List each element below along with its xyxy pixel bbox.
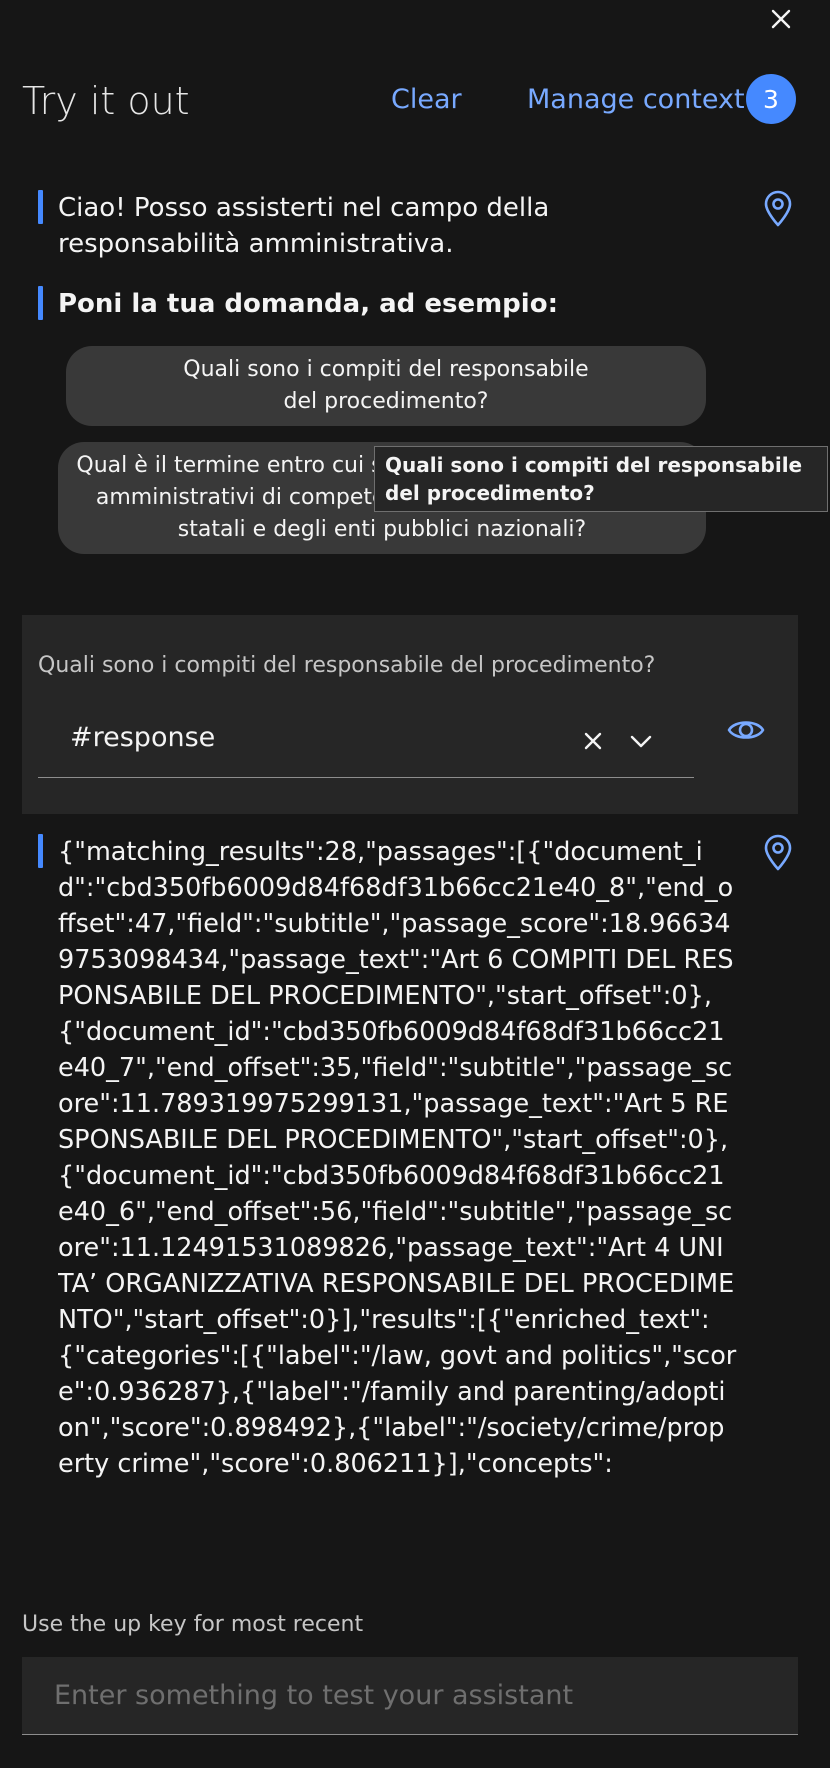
manage-context-button[interactable]: Manage context xyxy=(527,78,745,122)
option-question: Quali sono i compiti del responsabile de… xyxy=(38,653,656,678)
dropdown-selected-value: #response xyxy=(70,722,216,753)
close-button[interactable] xyxy=(766,4,796,34)
chevron-down-icon xyxy=(630,735,652,748)
clear-icon xyxy=(584,732,602,750)
suggestion-chip[interactable]: Quali sono i compiti del responsabile de… xyxy=(66,346,706,426)
location-pin-button[interactable] xyxy=(762,190,794,228)
response-message: {"matching_results":28,"passages":[{"doc… xyxy=(58,834,738,1574)
message-input[interactable] xyxy=(22,1657,798,1734)
message-accent-bar xyxy=(38,834,43,868)
message-accent-bar xyxy=(38,286,43,320)
clear-selection-button[interactable] xyxy=(578,726,608,756)
input-hint: Use the up key for most recent xyxy=(22,1612,364,1637)
message-accent-bar xyxy=(38,190,43,224)
view-button[interactable] xyxy=(726,712,766,748)
clear-button[interactable]: Clear xyxy=(391,78,462,122)
tooltip: Quali sono i compiti del responsabile de… xyxy=(374,446,828,512)
greeting-message: Ciao! Posso assisterti nel campo della r… xyxy=(58,193,550,259)
location-pin-icon xyxy=(764,190,792,227)
dropdown-toggle[interactable] xyxy=(626,726,656,756)
panel-title: Try it out xyxy=(22,79,190,123)
response-dropdown[interactable]: #response xyxy=(38,706,694,778)
location-pin-button[interactable] xyxy=(762,834,794,872)
eye-icon xyxy=(727,721,765,739)
close-icon xyxy=(771,9,791,29)
prompt-message: Poni la tua domanda, ad esempio: xyxy=(58,289,558,319)
message-input-container xyxy=(22,1657,798,1735)
response-json-text: {"matching_results":28,"passages":[{"doc… xyxy=(58,837,737,1479)
context-count-badge[interactable]: 3 xyxy=(746,74,796,124)
location-pin-icon xyxy=(764,834,792,871)
